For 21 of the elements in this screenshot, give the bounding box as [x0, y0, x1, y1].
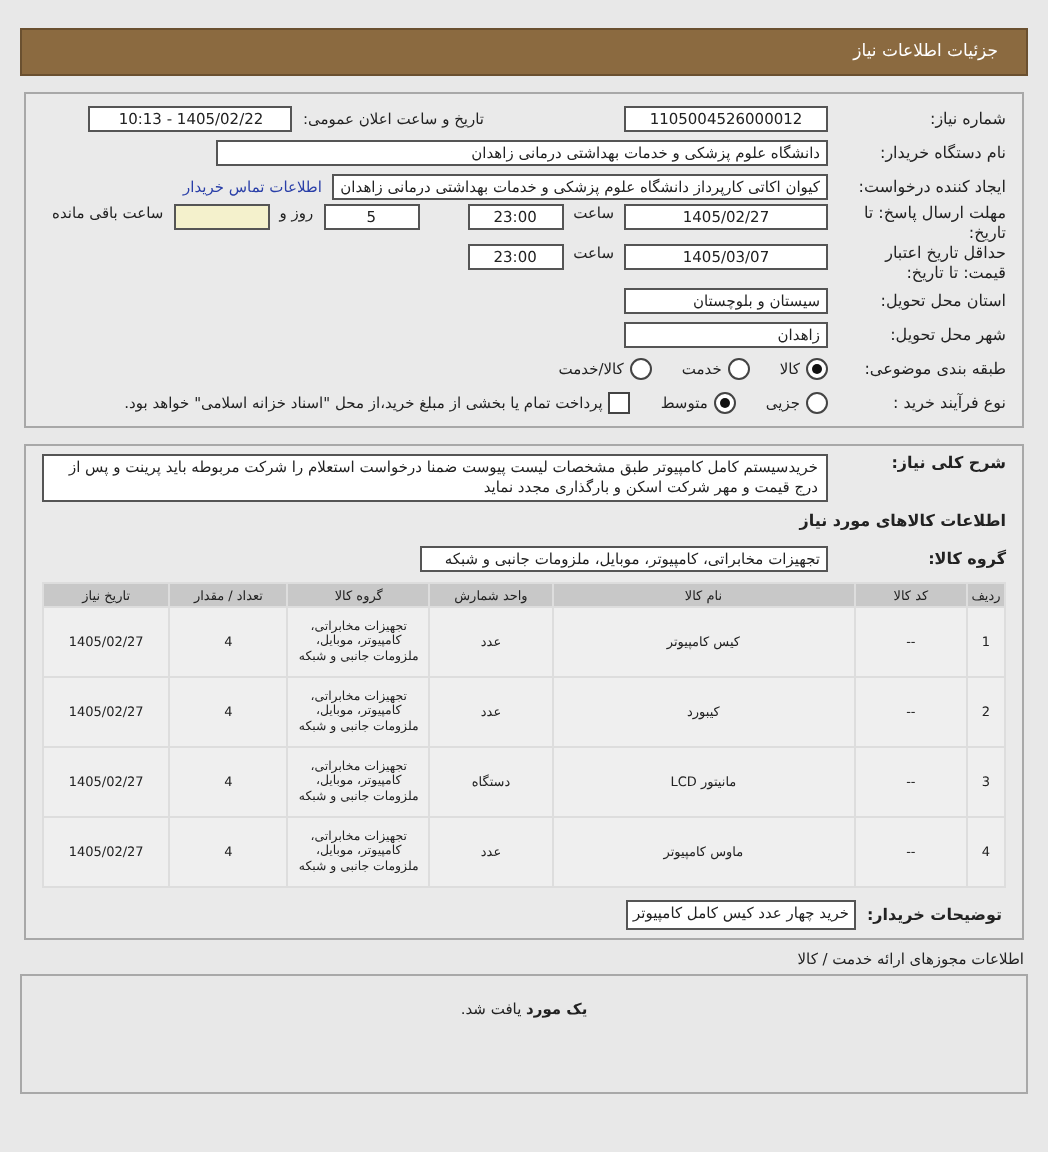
field-label: مهلت ارسال پاسخ: تا تاریخ: [861, 204, 1006, 242]
radio-button[interactable] [713, 391, 736, 413]
hours-field [173, 204, 270, 230]
field-label: گروه کالا: [926, 549, 1006, 567]
field-label: طبقه بندی موضوعی: [862, 359, 1006, 377]
checkbox[interactable] [608, 391, 631, 413]
radio-button[interactable] [727, 357, 750, 379]
field-label: شماره نیاز: [928, 109, 1006, 127]
field-label: نام دستگاه خریدار: [878, 143, 1006, 161]
radio-button[interactable] [806, 357, 828, 379]
field-label: حداقل تاریخ اعتبار قیمت: تا تاریخ: [882, 244, 1006, 282]
section-header: جزئیات اطلاعات نیاز [20, 28, 1028, 76]
field-label: نوع فرآیند خرید : [890, 393, 1006, 411]
section-title: اطلاعات کالاهای مورد نیاز [799, 511, 1006, 529]
field-label: استان محل تحویل: [878, 291, 1006, 309]
radio-button[interactable] [806, 391, 828, 413]
field-label: شهر محل تحویل: [888, 325, 1006, 343]
radio-button[interactable] [629, 357, 652, 379]
field-label: شرح کلی نیاز: [889, 454, 1006, 472]
field-label: ایجاد کننده درخواست: [856, 177, 1006, 195]
field-label: توضیحات خریدار: [866, 905, 1002, 923]
